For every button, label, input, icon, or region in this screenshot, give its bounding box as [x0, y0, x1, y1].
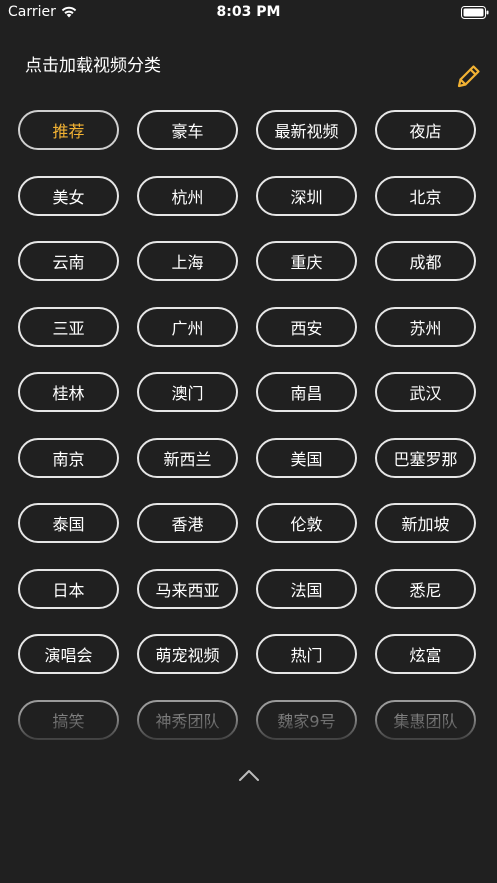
category-pill[interactable]: 三亚 [18, 306, 119, 347]
category-pill[interactable]: 豪车 [137, 110, 238, 150]
category-pill[interactable]: 伦敦 [256, 503, 357, 543]
category-pill[interactable]: 美国 [256, 437, 357, 478]
category-grid: 推荐 豪车 最新视频 夜店美女 杭州 深圳 北京云南 上海 重庆 成都三亚 广州 西安 苏州桂林 澳门 南昌… [18, 110, 479, 740]
category-pill[interactable]: 南京 [18, 437, 119, 478]
category-pill[interactable]: 桂林 [18, 372, 119, 412]
category-pill[interactable]: 悉尼 [375, 568, 476, 609]
category-pill[interactable]: 法国 [256, 568, 357, 609]
clock: 8:03 PM [216, 4, 281, 20]
category-pill[interactable]: 新西兰 [137, 437, 238, 478]
category-pill[interactable]: 南昌 [256, 372, 357, 412]
category-pill[interactable]: 神秀团队 [137, 699, 238, 740]
pencil-icon[interactable] [455, 62, 483, 90]
category-pill[interactable]: 苏州 [375, 306, 476, 347]
status-bar: Carrier 8:03 PM [0, 0, 497, 26]
category-pill[interactable]: 深圳 [256, 175, 357, 216]
category-pill[interactable]: 重庆 [256, 241, 357, 281]
category-pill[interactable]: 炫富 [375, 634, 476, 674]
category-pill[interactable]: 魏家9号 [256, 699, 357, 740]
category-pill[interactable]: 夜店 [375, 110, 476, 150]
category-pill[interactable]: 日本 [18, 568, 119, 609]
category-pill[interactable]: 巴塞罗那 [375, 437, 476, 478]
category-pill[interactable]: 热门 [256, 634, 357, 674]
category-pill[interactable]: 新加坡 [375, 503, 476, 543]
category-pill[interactable]: 泰国 [18, 503, 119, 543]
category-pill[interactable]: 推荐 [18, 110, 119, 150]
category-pill[interactable]: 最新视频 [256, 110, 357, 150]
category-pill[interactable]: 西安 [256, 306, 357, 347]
battery-icon [461, 6, 489, 19]
category-scroll-area[interactable]: 推荐 豪车 最新视频 夜店美女 杭州 深圳 北京云南 上海 重庆 成都三亚 广州 西安 苏州桂林 澳门 南昌… [0, 100, 497, 750]
category-pill[interactable]: 云南 [18, 241, 119, 281]
category-pill[interactable]: 演唱会 [18, 634, 119, 674]
category-pill[interactable]: 武汉 [375, 372, 476, 412]
category-pill[interactable]: 集惠团队 [375, 699, 476, 740]
chevron-up-icon[interactable] [237, 767, 261, 783]
category-pill[interactable]: 搞笑 [18, 699, 119, 740]
category-pill[interactable]: 上海 [137, 241, 238, 281]
category-pill[interactable]: 澳门 [137, 372, 238, 412]
category-pill[interactable]: 香港 [137, 503, 238, 543]
category-pill[interactable]: 杭州 [137, 175, 238, 216]
category-pill[interactable]: 马来西亚 [137, 568, 238, 609]
category-pill[interactable]: 美女 [18, 175, 119, 216]
category-pill[interactable]: 萌宠视频 [137, 634, 238, 674]
category-pill[interactable]: 北京 [375, 175, 476, 216]
category-pill[interactable]: 广州 [137, 306, 238, 347]
category-pill[interactable]: 成都 [375, 241, 476, 281]
page-title: 点击加载视频分类 [25, 56, 161, 76]
